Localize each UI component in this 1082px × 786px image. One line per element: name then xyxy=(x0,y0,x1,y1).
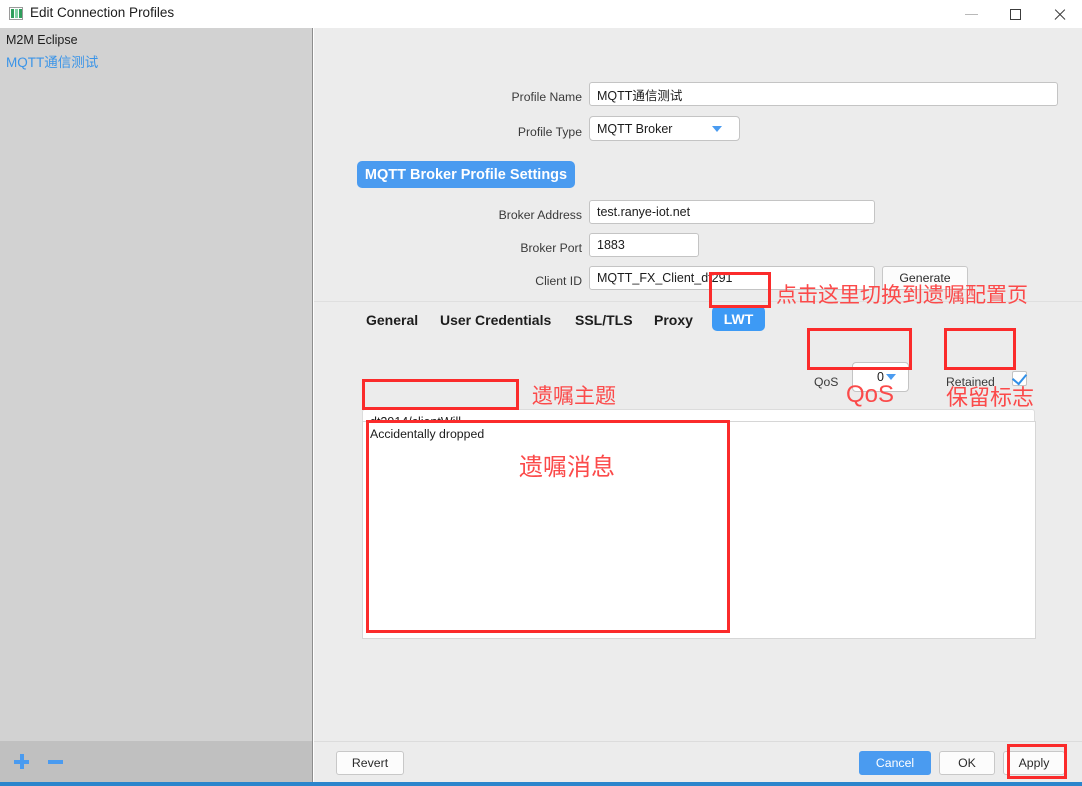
qos-label: QoS xyxy=(814,375,839,389)
chevron-down-icon[interactable] xyxy=(712,126,722,132)
minimize-icon[interactable] xyxy=(950,0,994,28)
maximize-icon[interactable] xyxy=(994,0,1038,28)
sidebar-footer xyxy=(0,741,313,782)
tab-general[interactable]: General xyxy=(366,312,418,328)
mqtt-broker-profile-settings-button[interactable]: MQTT Broker Profile Settings xyxy=(357,161,575,188)
add-profile-icon[interactable] xyxy=(14,754,29,769)
title-bar: Edit Connection Profiles xyxy=(0,0,1082,28)
annotation-text-retained: 保留标志 xyxy=(946,385,1035,410)
cancel-button[interactable]: Cancel xyxy=(859,751,931,775)
annotation-text-topic: 遗嘱主题 xyxy=(532,385,616,408)
broker-port-label: Broker Port xyxy=(520,241,582,255)
profile-name-label: Profile Name xyxy=(511,90,582,104)
broker-port-input[interactable]: 1883 xyxy=(589,233,699,257)
sidebar-item-mqtt-profile[interactable]: MQTT通信测试 xyxy=(6,51,98,71)
revert-button[interactable]: Revert xyxy=(336,751,404,775)
window-title: Edit Connection Profiles xyxy=(30,5,175,20)
broker-address-input[interactable]: test.ranye-iot.net xyxy=(589,200,875,224)
qos-chevron-down-icon[interactable] xyxy=(886,374,896,380)
ok-button[interactable]: OK xyxy=(939,751,995,775)
sidebar-item-m2m-eclipse[interactable]: M2M Eclipse xyxy=(6,33,78,47)
annotation-text-qos: QoS xyxy=(846,381,895,408)
tab-lwt[interactable]: LWT xyxy=(712,306,765,331)
profile-name-input[interactable]: MQTT通信测试 xyxy=(589,82,1058,106)
profile-type-label: Profile Type xyxy=(517,125,582,139)
tab-user-credentials[interactable]: User Credentials xyxy=(440,312,551,328)
annotation-text-message: 遗嘱消息 xyxy=(519,454,615,481)
lwt-message-textarea[interactable]: Accidentally dropped xyxy=(362,421,1036,639)
dialog-footer: Revert Cancel OK Apply xyxy=(314,741,1082,782)
remove-profile-icon[interactable] xyxy=(48,760,63,764)
apply-button[interactable]: Apply xyxy=(1003,751,1065,775)
annotation-text-lwt: 点击这里切换到遗嘱配置页 xyxy=(776,284,1028,307)
app-icon xyxy=(9,7,23,20)
tab-ssl-tls[interactable]: SSL/TLS xyxy=(575,312,633,328)
client-id-label: Client ID xyxy=(535,274,582,288)
broker-address-label: Broker Address xyxy=(498,208,582,222)
close-icon[interactable] xyxy=(1038,0,1082,28)
tab-proxy[interactable]: Proxy xyxy=(654,312,693,328)
profiles-sidebar: M2M Eclipse MQTT通信测试 xyxy=(0,28,313,741)
edit-connection-profiles-window: Edit Connection Profiles M2M Eclipse MQT… xyxy=(0,0,1082,786)
